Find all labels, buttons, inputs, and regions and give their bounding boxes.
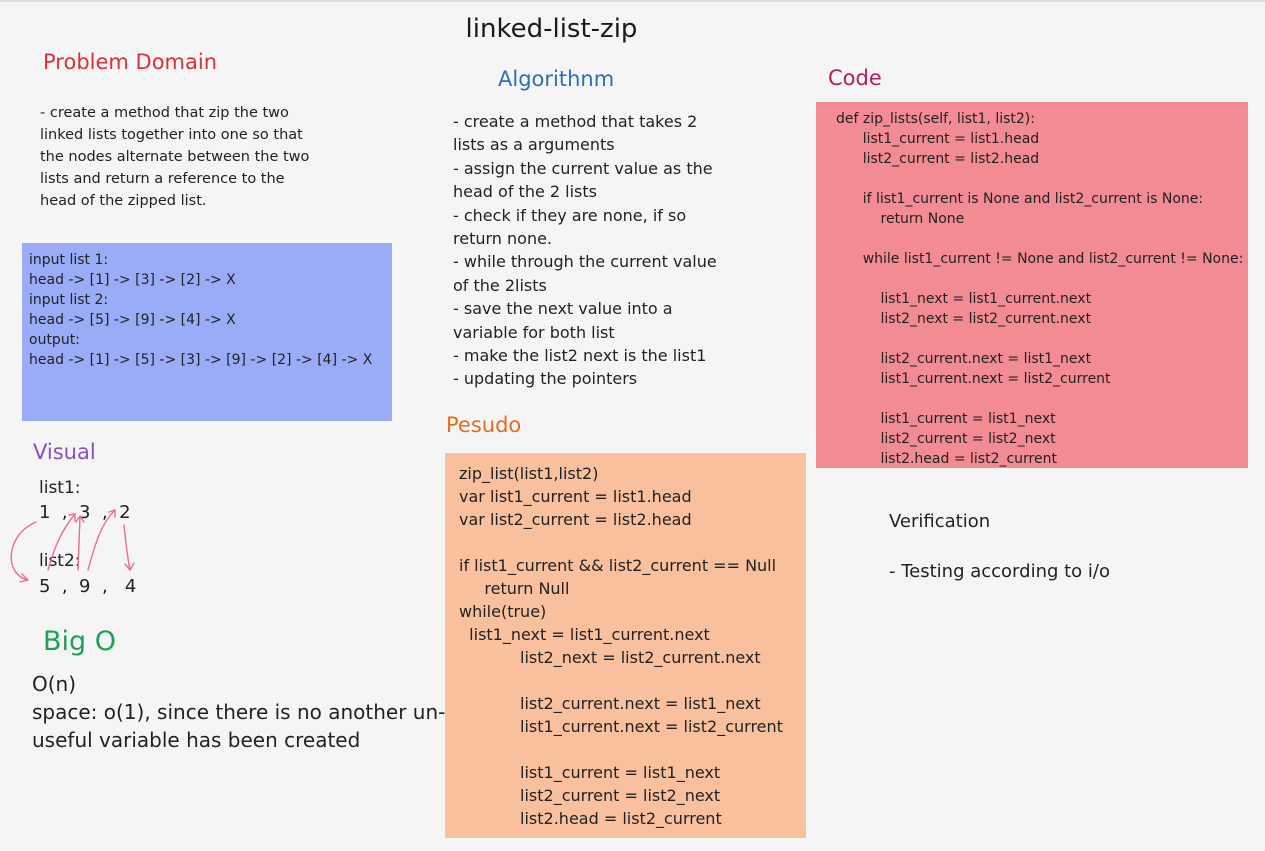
- io-line: head -> [1] -> [5] -> [3] -> [9] -> [2] …: [29, 352, 373, 368]
- io-line: output:: [29, 332, 80, 348]
- verification-item: - Testing according to i/o: [889, 561, 1110, 582]
- pesudo-line: return Null: [459, 579, 570, 598]
- code-line: return None: [836, 211, 965, 227]
- algorithm-line: - create a method that takes 2: [453, 112, 698, 131]
- top-border: [0, 0, 1265, 2]
- code-box: def zip_lists(self, list1, list2): list1…: [816, 102, 1248, 468]
- pesudo-line: list2_next = list2_current.next: [459, 648, 761, 667]
- code-line: list2_current = list2.head: [836, 151, 1040, 167]
- algorithm-line: head of the 2 lists: [453, 182, 597, 202]
- pesudo-box: zip_list(list1,list2) var list1_current …: [445, 453, 806, 838]
- algorithm-line: lists as a arguments: [453, 135, 615, 155]
- algorithm-line: - updating the pointers: [453, 369, 638, 389]
- visual-heading: Visual: [33, 440, 96, 464]
- pesudo-heading: Pesudo: [446, 413, 522, 437]
- arrow-curve: [47, 513, 76, 571]
- algorithm-line: of the 2lists: [453, 275, 547, 295]
- pesudo-line: while(true): [459, 602, 547, 621]
- algorithm-line: - make the list2 next is the list1: [453, 346, 707, 366]
- pesudo-line: list1_current = list1_next: [459, 763, 721, 782]
- code-line: list2_current.next = list1_next: [836, 351, 1092, 367]
- io-line: input list 1:: [29, 252, 109, 268]
- pesudo-line: [459, 669, 806, 692]
- arrow-curve: [10, 521, 37, 581]
- code-line: list1_current = list1_next: [836, 411, 1056, 427]
- pesudo-line: if list1_current && list2_current == Nul…: [459, 556, 777, 575]
- algorithm-heading: Algorithnm: [498, 67, 615, 91]
- arrow-curve: [77, 515, 81, 571]
- code-line: list2_current = list2_next: [836, 431, 1056, 447]
- pesudo-line: list2.head = list2_current: [459, 809, 722, 828]
- visual-zip-arrows: [10, 509, 135, 583]
- io-example-box: input list 1: head -> [1] -> [3] -> [2] …: [22, 243, 392, 421]
- pesudo-line: var list2_current = list2.head: [459, 510, 692, 529]
- big-o-space-line: space: o(1), since there is no another u…: [32, 700, 446, 724]
- code-heading: Code: [828, 66, 882, 90]
- pesudo-line: var list1_current = list1.head: [459, 487, 692, 506]
- code-line: list1_next = list1_current.next: [836, 291, 1092, 307]
- problem-domain-heading: Problem Domain: [43, 50, 218, 74]
- verification-heading: Verification: [889, 511, 991, 532]
- pesudo-line: list2_current = list2_next: [459, 786, 721, 805]
- arrow-curve: [87, 509, 116, 571]
- io-line: input list 2:: [29, 292, 109, 308]
- big-o-section: O(n) space: o(1), since there is no anot…: [32, 670, 445, 754]
- verification-section: Verification - Testing according to i/o: [889, 511, 1110, 586]
- code-line: if list1_current is None and list2_curre…: [836, 191, 1204, 207]
- code-line: list2_next = list2_current.next: [836, 311, 1092, 327]
- algorithm-line: - check if they are none, if so: [453, 205, 687, 225]
- pesudo-line: [459, 531, 806, 554]
- pesudo-line: zip_list(list1,list2): [459, 464, 599, 483]
- code-line: list1_current.next = list2_current: [836, 371, 1111, 387]
- page-title: linked-list-zip: [465, 14, 638, 44]
- arrow-curve: [123, 524, 131, 571]
- pesudo-line: list1_next = list1_current.next: [459, 625, 710, 644]
- pesudo-line: list2_current.next = list1_next: [459, 694, 761, 713]
- code-line: list1_current = list1.head: [836, 131, 1040, 147]
- pesudo-line: [459, 738, 806, 761]
- algorithm-line: - save the next value into a: [453, 299, 673, 319]
- visual-list1-label: list1:: [39, 478, 81, 498]
- io-line: head -> [5] -> [9] -> [4] -> X: [29, 312, 236, 328]
- algorithm-line: - while through the current value: [453, 252, 717, 272]
- algorithm-steps: - create a method that takes 2 lists as …: [453, 110, 743, 391]
- big-o-space-line: useful variable has been created: [32, 728, 361, 752]
- algorithm-line: return none.: [453, 229, 553, 249]
- big-o-heading: Big O: [43, 626, 116, 657]
- problem-domain-text: - create a method that zip the two linke…: [40, 105, 310, 209]
- algorithm-line: variable for both list: [453, 322, 615, 342]
- algorithm-line: - assign the current value as the: [453, 158, 713, 178]
- code-line: while list1_current != None and list2_cu…: [836, 251, 1244, 267]
- code-line: def zip_lists(self, list1, list2):: [836, 111, 1035, 127]
- io-line: head -> [1] -> [3] -> [2] -> X: [29, 272, 236, 288]
- pesudo-line: list1_current.next = list2_current: [459, 717, 783, 736]
- big-o-time: O(n): [32, 672, 77, 696]
- code-line: list2.head = list2_current: [836, 451, 1057, 467]
